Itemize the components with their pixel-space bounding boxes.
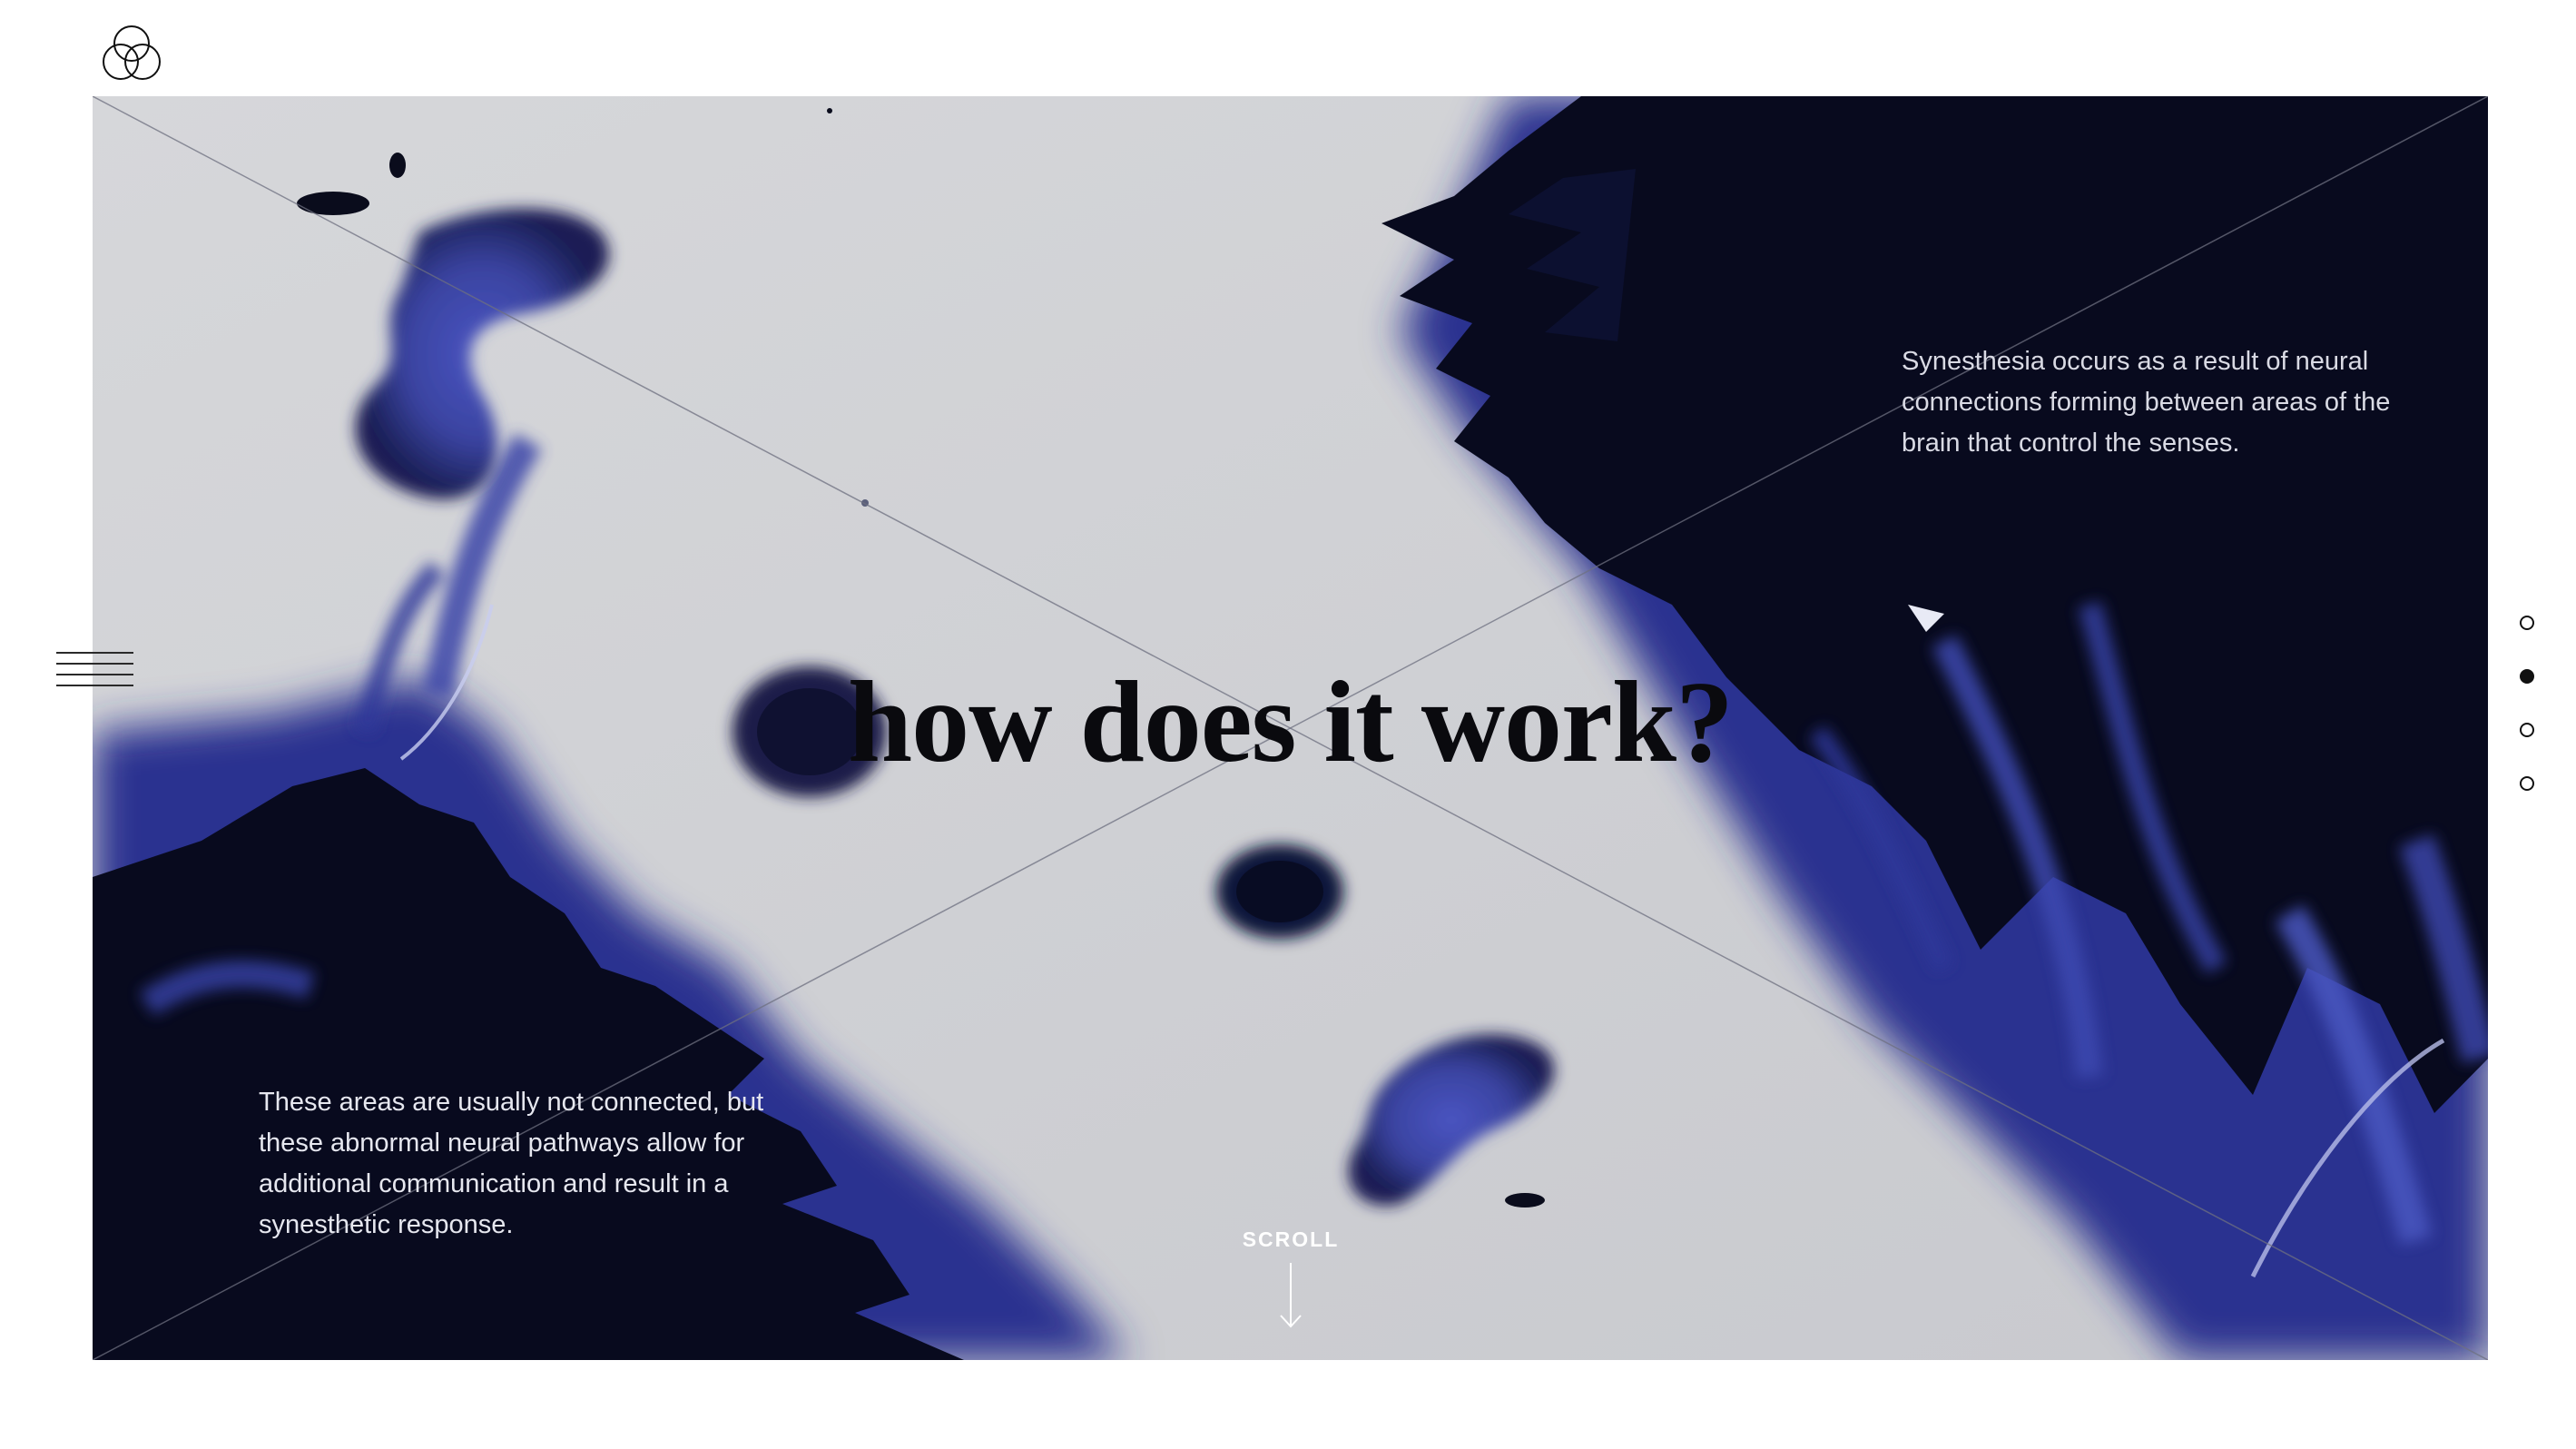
- hamburger-menu-icon[interactable]: [56, 652, 133, 690]
- arrow-down-icon: [1280, 1263, 1302, 1328]
- hero-section: how does it work? Synesthesia occurs as …: [93, 96, 2488, 1360]
- pager-dot-1[interactable]: [2520, 616, 2534, 630]
- page-title: how does it work?: [847, 657, 1734, 786]
- scroll-indicator[interactable]: SCROLL: [1236, 1227, 1345, 1328]
- three-circles-logo-icon[interactable]: [100, 24, 163, 84]
- pager-dot-2-active[interactable]: [2520, 669, 2534, 684]
- intro-paragraph: Synesthesia occurs as a result of neural…: [1902, 347, 2391, 458]
- pager-dot-3[interactable]: [2520, 723, 2534, 737]
- scroll-label: SCROLL: [1242, 1227, 1340, 1251]
- detail-paragraph: These areas are usually not connected, b…: [259, 1088, 764, 1239]
- section-pager: [2520, 616, 2542, 830]
- pager-dot-4[interactable]: [2520, 776, 2534, 791]
- page: how does it work? Synesthesia occurs as …: [0, 0, 2576, 1449]
